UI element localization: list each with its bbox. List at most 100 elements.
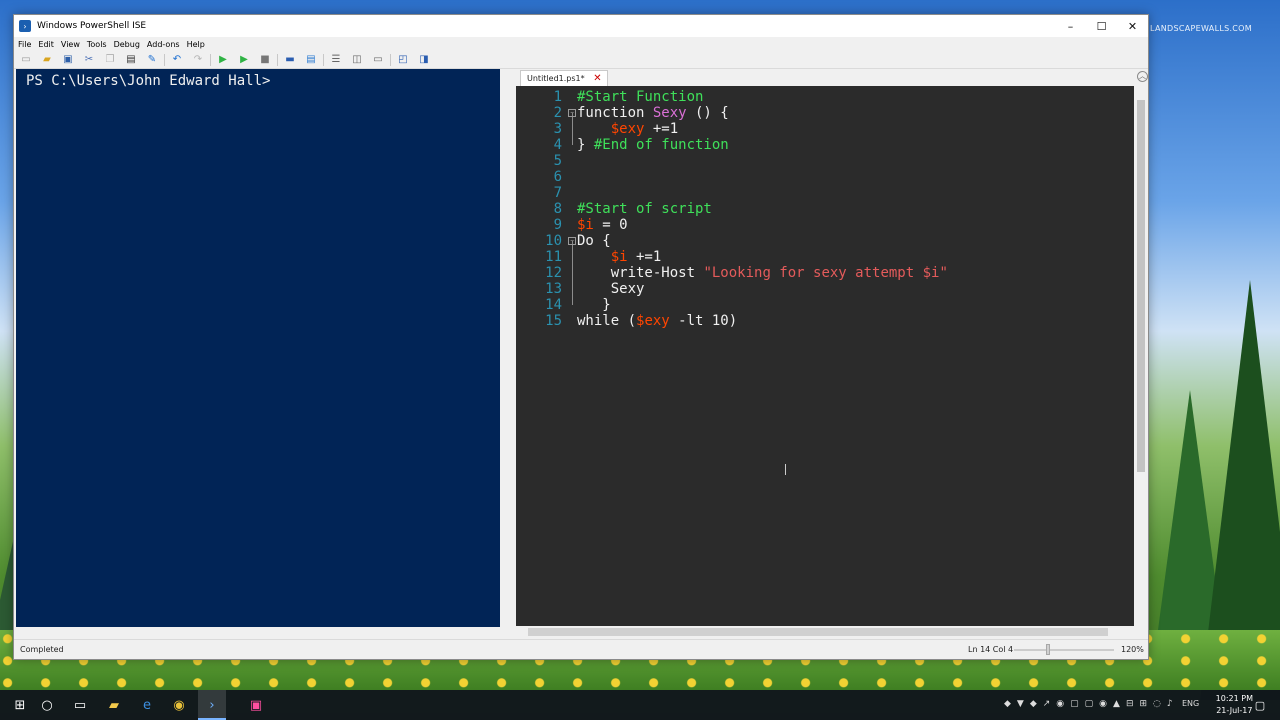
- show-script-pane-top-icon[interactable]: ☰: [329, 53, 343, 67]
- fold-toggle-icon[interactable]: −: [568, 109, 576, 117]
- close-button[interactable]: ✕: [1117, 15, 1148, 37]
- code-token: "Looking for sexy attempt $i": [703, 265, 948, 281]
- line-number: 7: [553, 185, 562, 201]
- console-pane[interactable]: PS C:\Users\John Edward Hall>: [16, 69, 500, 627]
- code-line[interactable]: 5: [516, 153, 1134, 169]
- stop-icon[interactable]: ■: [258, 53, 272, 67]
- edge-browser-icon[interactable]: e: [139, 697, 155, 713]
- menu-add-ons[interactable]: Add-ons: [147, 40, 180, 49]
- code-line[interactable]: 8 #Start of script: [516, 201, 1134, 217]
- save-icon[interactable]: ▣: [61, 53, 75, 67]
- menu-edit[interactable]: Edit: [38, 40, 54, 49]
- line-number: 14: [545, 297, 562, 313]
- zoom-slider[interactable]: [1014, 649, 1114, 651]
- collapse-script-pane-icon[interactable]: ︿: [1137, 71, 1148, 82]
- zoom-level: 120%: [1121, 645, 1144, 654]
- code-line[interactable]: 10− Do {: [516, 233, 1134, 249]
- code-token: }: [577, 297, 611, 313]
- search-icon[interactable]: ○: [39, 697, 55, 713]
- new-remote-tab-icon[interactable]: ▬: [283, 53, 297, 67]
- start-powershell-icon[interactable]: ▤: [304, 53, 318, 67]
- zoom-slider-thumb[interactable]: [1046, 644, 1050, 655]
- clear-console-icon[interactable]: ✎: [145, 53, 159, 67]
- taskbar: ⊞ ○ ▭ ▰ e ◉ › ▣ ◆▼◆↗◉▢▢◉▲⊟⊞◌♪ ENG 10:21 …: [0, 690, 1280, 720]
- toolbar: ▭ ▰ ▣ ✂ ❐ ▤ ✎ ↶ ↷ ▶ ▶ ■ ▬ ▤ ☰ ◫ ▭ ◰ ◨: [14, 51, 1148, 69]
- line-number: 10: [545, 233, 562, 249]
- maximize-button[interactable]: ☐: [1086, 15, 1117, 37]
- powershell-ise-window: › Windows PowerShell ISE – ☐ ✕ File Edit…: [13, 14, 1149, 660]
- script-editor[interactable]: 1 #Start Function 2− function Sexy () {3 $e…: [516, 86, 1134, 626]
- task-view-icon[interactable]: ▭: [72, 697, 88, 713]
- toolbar-divider: [323, 53, 324, 66]
- new-file-icon[interactable]: ▭: [19, 53, 33, 67]
- notification-icon[interactable]: ▢: [1252, 697, 1268, 713]
- cut-icon[interactable]: ✂: [82, 53, 96, 67]
- line-number: 9: [553, 217, 562, 233]
- show-command-addon-icon[interactable]: ◨: [417, 53, 431, 67]
- code-line[interactable]: 11 $i +=1: [516, 249, 1134, 265]
- taskbar-clock[interactable]: 10:21 PM 21-Jul-17: [1216, 693, 1253, 717]
- code-text: $i = 0: [577, 217, 628, 233]
- code-line[interactable]: 13 Sexy: [516, 281, 1134, 297]
- code-token: while (: [577, 313, 637, 329]
- run-selection-icon[interactable]: ▶: [237, 53, 251, 67]
- line-number: 2: [553, 105, 562, 121]
- code-line[interactable]: 3 $exy +=1: [516, 121, 1134, 137]
- code-token: +=1: [627, 249, 662, 265]
- code-text: $exy +=1: [577, 121, 678, 137]
- code-line[interactable]: 1 #Start Function: [516, 89, 1134, 105]
- code-line[interactable]: 2− function Sexy () {: [516, 105, 1134, 121]
- paste-icon[interactable]: ▤: [124, 53, 138, 67]
- redo-icon[interactable]: ↷: [191, 53, 205, 67]
- code-token: #Start of script: [577, 201, 712, 217]
- fold-toggle-icon[interactable]: −: [568, 237, 576, 245]
- line-number: 12: [545, 265, 562, 281]
- minimize-button[interactable]: –: [1055, 15, 1086, 37]
- menu-tools[interactable]: Tools: [87, 40, 107, 49]
- chrome-browser-icon[interactable]: ◉: [171, 697, 187, 713]
- code-line[interactable]: 6: [516, 169, 1134, 185]
- open-folder-icon[interactable]: ▰: [40, 53, 54, 67]
- vertical-scroll-thumb[interactable]: [1137, 100, 1145, 472]
- code-text: $i +=1: [577, 249, 662, 265]
- code-lines: 1 #Start Function 2− function Sexy () {3 $e…: [516, 89, 1134, 329]
- title-bar[interactable]: › Windows PowerShell ISE – ☐ ✕: [14, 15, 1148, 37]
- code-text: function Sexy () {: [577, 105, 729, 121]
- media-app-icon[interactable]: ▣: [248, 697, 264, 713]
- code-token: }: [577, 137, 594, 153]
- vertical-scrollbar[interactable]: [1134, 86, 1148, 626]
- line-number: 5: [553, 153, 562, 169]
- line-number: 11: [545, 249, 562, 265]
- run-script-icon[interactable]: ▶: [216, 53, 230, 67]
- language-indicator[interactable]: ENG: [1182, 699, 1199, 708]
- menu-file[interactable]: File: [18, 40, 31, 49]
- tab-close-icon[interactable]: ✕: [593, 71, 601, 86]
- copy-icon[interactable]: ❐: [103, 53, 117, 67]
- undo-icon[interactable]: ↶: [170, 53, 184, 67]
- tab-untitled1[interactable]: Untitled1.ps1* ✕: [520, 70, 608, 86]
- code-line[interactable]: 9 $i = 0: [516, 217, 1134, 233]
- code-token: = 0: [593, 217, 628, 233]
- menu-help[interactable]: Help: [187, 40, 205, 49]
- pane-splitter[interactable]: [500, 69, 516, 627]
- code-line[interactable]: 12 write-Host "Looking for sexy attempt …: [516, 265, 1134, 281]
- clock-date: 21-Jul-17: [1216, 706, 1253, 715]
- code-line[interactable]: 15 while ($exy -lt 10): [516, 313, 1134, 329]
- code-line[interactable]: 7: [516, 185, 1134, 201]
- powershell-ise-taskbar-icon[interactable]: ›: [204, 697, 220, 713]
- code-line[interactable]: 4} #End of function: [516, 137, 1134, 153]
- code-token: Sexy: [652, 105, 687, 121]
- file-explorer-icon[interactable]: ▰: [106, 697, 122, 713]
- code-line[interactable]: 14 }: [516, 297, 1134, 313]
- menu-debug[interactable]: Debug: [114, 40, 140, 49]
- tray-icons[interactable]: ◆▼◆↗◉▢▢◉▲⊟⊞◌♪: [1004, 699, 1179, 709]
- show-script-pane-right-icon[interactable]: ◫: [350, 53, 364, 67]
- menu-view[interactable]: View: [61, 40, 80, 49]
- horizontal-scrollbar[interactable]: [516, 626, 1134, 638]
- code-text: }: [577, 297, 611, 313]
- horizontal-scroll-thumb[interactable]: [528, 628, 1108, 636]
- show-command-window-icon[interactable]: ◰: [396, 53, 410, 67]
- start-icon[interactable]: ⊞: [12, 697, 28, 713]
- console-prompt: PS C:\Users\John Edward Hall>: [26, 73, 271, 89]
- show-script-pane-max-icon[interactable]: ▭: [371, 53, 385, 67]
